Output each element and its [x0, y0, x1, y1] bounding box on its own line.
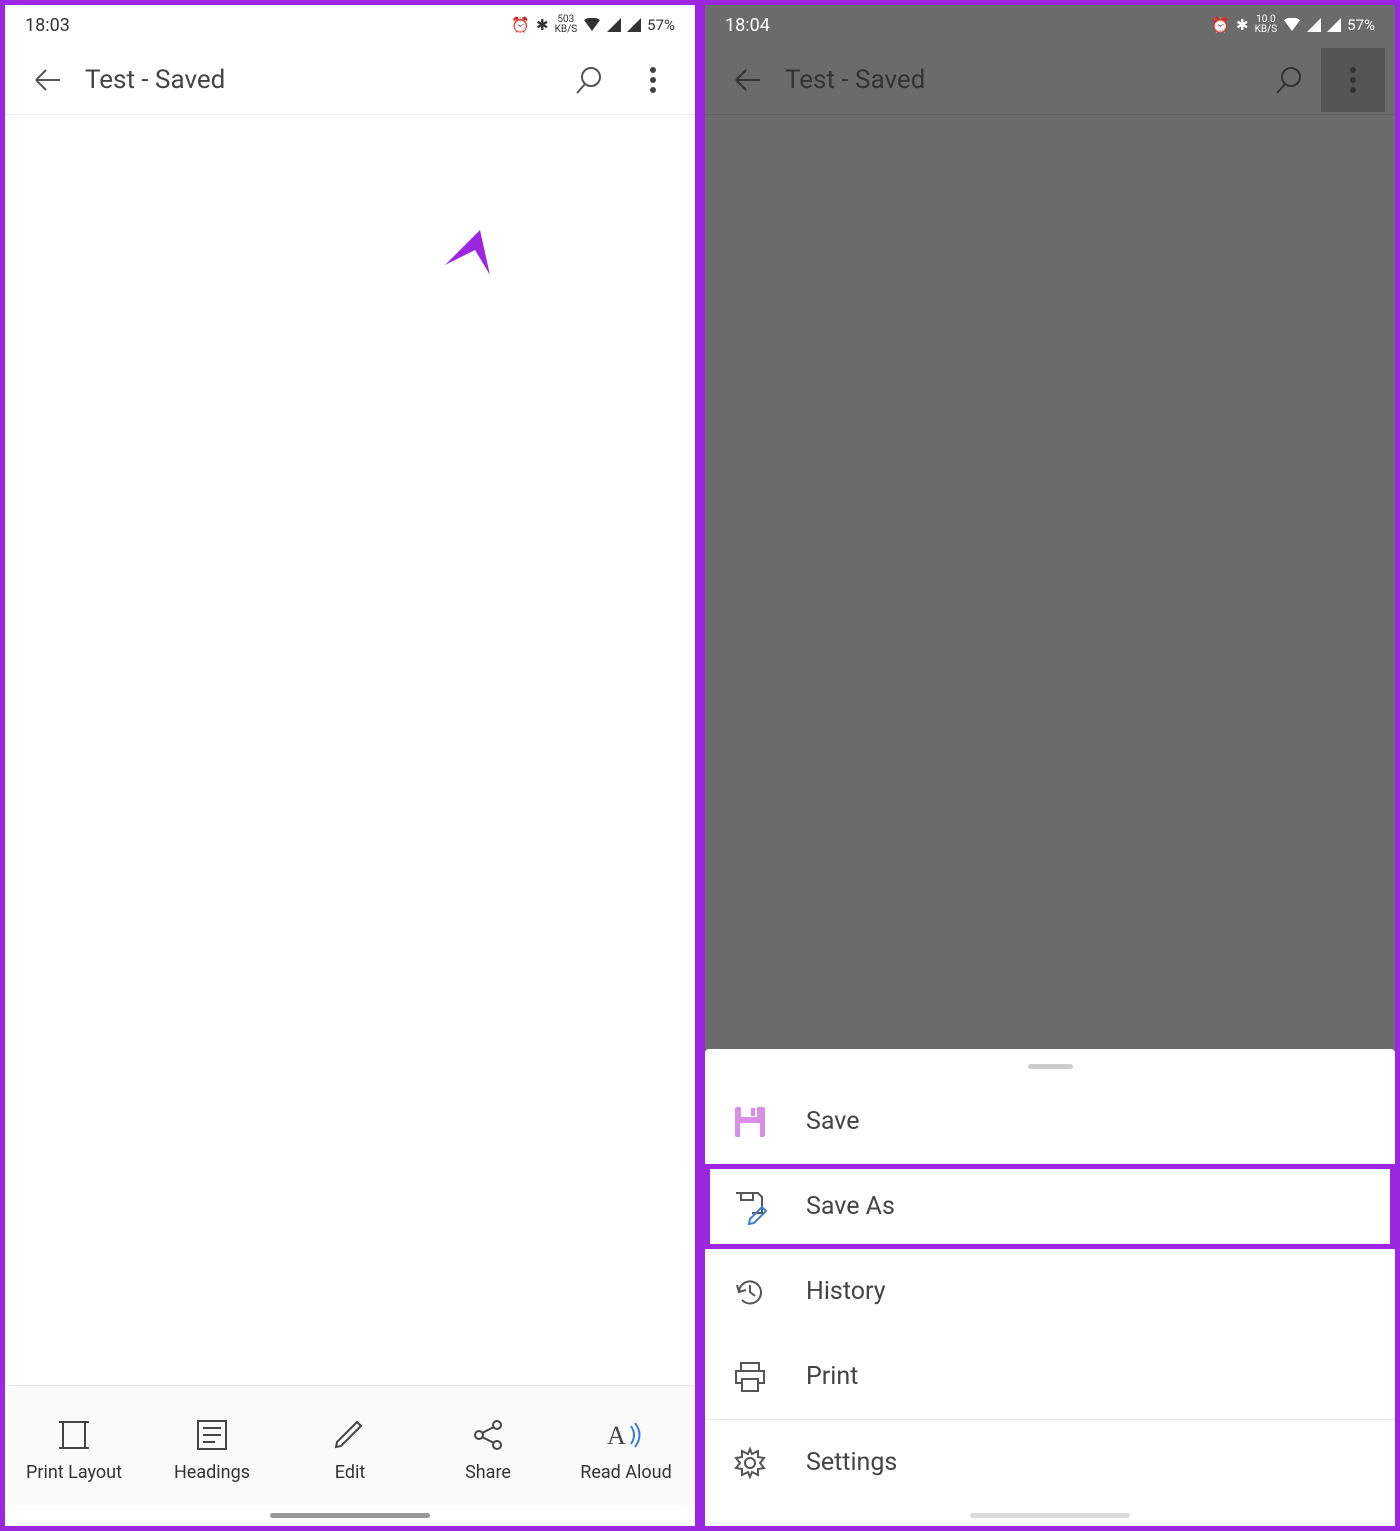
document-title: Test - Saved: [79, 65, 557, 95]
bluetooth-icon: ✱: [1236, 16, 1249, 34]
bottom-toolbar: Print Layout Headings Edit Share A Read …: [5, 1385, 695, 1505]
svg-text:A: A: [607, 1421, 626, 1450]
search-icon: [574, 65, 604, 95]
pencil-icon: [333, 1418, 367, 1452]
status-bar: 18:03 ⏰ ✱ 503KB/S 57%: [5, 5, 695, 45]
document-title: Test - Saved: [779, 65, 1257, 95]
menu-settings[interactable]: Settings: [705, 1420, 1395, 1505]
history-icon: [730, 1272, 770, 1312]
arrow-left-icon: [732, 68, 762, 92]
menu-print[interactable]: Print: [705, 1334, 1395, 1419]
print-layout-button[interactable]: Print Layout: [5, 1418, 143, 1483]
alarm-icon: ⏰: [1211, 16, 1230, 34]
read-aloud-label: Read Aloud: [580, 1462, 672, 1483]
print-layout-icon: [57, 1418, 91, 1452]
status-icons: ⏰ ✱ 10.0KB/S 57%: [1211, 15, 1375, 35]
annotation-arrow: [375, 225, 515, 385]
save-as-icon: [730, 1187, 770, 1227]
wifi-icon: [583, 18, 601, 32]
signal-2-icon: [1327, 18, 1341, 32]
document-content-dimmed: Save Save As History: [705, 115, 1395, 1526]
toolbar: Test - Saved: [705, 45, 1395, 115]
more-button[interactable]: [1321, 48, 1385, 112]
signal-1-icon: [607, 18, 621, 32]
edit-button[interactable]: Edit: [281, 1418, 419, 1483]
status-bar: 18:04 ⏰ ✱ 10.0KB/S 57%: [705, 5, 1395, 45]
bluetooth-icon: ✱: [536, 16, 549, 34]
menu-settings-label: Settings: [806, 1448, 897, 1477]
back-button[interactable]: [15, 48, 79, 112]
net-unit: KB/S: [1255, 24, 1278, 35]
home-indicator[interactable]: [270, 1513, 430, 1518]
battery-text: 57%: [647, 16, 675, 34]
net-unit: KB/S: [555, 24, 578, 35]
alarm-icon: ⏰: [511, 16, 530, 34]
menu-save-label: Save: [806, 1107, 859, 1136]
status-time: 18:03: [25, 15, 70, 36]
document-content[interactable]: [5, 115, 695, 1385]
signal-1-icon: [1307, 18, 1321, 32]
bottom-sheet-overlay[interactable]: Save Save As History: [705, 115, 1395, 1526]
menu-save-as-label: Save As: [806, 1192, 895, 1221]
share-icon: [471, 1418, 505, 1452]
share-label: Share: [465, 1462, 511, 1483]
more-button[interactable]: [621, 48, 685, 112]
search-button[interactable]: [1257, 48, 1321, 112]
back-button[interactable]: [715, 48, 779, 112]
bottom-sheet: Save Save As History: [705, 1049, 1395, 1526]
edit-label: Edit: [335, 1462, 365, 1483]
wifi-icon: [1283, 18, 1301, 32]
sheet-handle[interactable]: [1028, 1064, 1073, 1069]
more-vertical-icon: [1349, 66, 1357, 94]
battery-text: 57%: [1347, 16, 1375, 34]
right-screenshot: 18:04 ⏰ ✱ 10.0KB/S 57% Test - Saved: [700, 0, 1400, 1531]
search-icon: [1274, 65, 1304, 95]
toolbar: Test - Saved: [5, 45, 695, 115]
headings-icon: [195, 1418, 229, 1452]
headings-label: Headings: [174, 1462, 250, 1483]
read-aloud-icon: A: [607, 1418, 645, 1452]
gear-icon: [730, 1443, 770, 1483]
print-layout-label: Print Layout: [26, 1462, 122, 1483]
more-vertical-icon: [649, 66, 657, 94]
menu-save[interactable]: Save: [705, 1079, 1395, 1164]
print-icon: [730, 1357, 770, 1397]
home-indicator[interactable]: [970, 1513, 1130, 1518]
status-icons: ⏰ ✱ 503KB/S 57%: [511, 15, 675, 35]
signal-2-icon: [627, 18, 641, 32]
headings-button[interactable]: Headings: [143, 1418, 281, 1483]
arrow-left-icon: [32, 68, 62, 92]
share-button[interactable]: Share: [419, 1418, 557, 1483]
search-button[interactable]: [557, 48, 621, 112]
read-aloud-button[interactable]: A Read Aloud: [557, 1418, 695, 1483]
menu-history[interactable]: History: [705, 1249, 1395, 1334]
menu-save-as[interactable]: Save As: [705, 1164, 1395, 1249]
status-time: 18:04: [725, 15, 770, 36]
menu-print-label: Print: [806, 1362, 858, 1391]
menu-history-label: History: [806, 1277, 886, 1306]
save-icon: [730, 1102, 770, 1142]
left-screenshot: 18:03 ⏰ ✱ 503KB/S 57% Test - Saved: [0, 0, 700, 1531]
